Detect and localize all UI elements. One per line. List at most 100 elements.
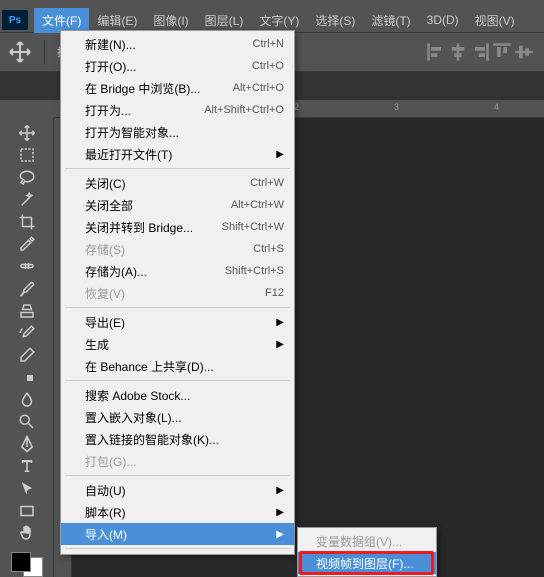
menu-item[interactable]: 打开(O)... Ctrl+O	[61, 55, 294, 77]
menu-item-label: 关闭并转到 Bridge...	[85, 219, 193, 236]
menu-item-shortcut: Shift+Ctrl+S	[225, 265, 284, 277]
menu-item-label: 脚本(R)	[85, 504, 126, 521]
menu-item[interactable]: 存储为(A)... Shift+Ctrl+S	[61, 260, 294, 282]
pen-tool[interactable]	[13, 434, 41, 454]
menu-3d[interactable]: 3D(D)	[419, 9, 467, 31]
menu-item[interactable]: 在 Bridge 中浏览(B)... Alt+Ctrl+O	[61, 77, 294, 99]
eyedropper-tool[interactable]	[13, 234, 41, 254]
align-left-icon[interactable]	[426, 42, 446, 62]
menu-item-label: 打包(G)...	[85, 453, 136, 470]
menu-item-label: 导入(M)	[85, 526, 127, 543]
type-tool[interactable]	[13, 456, 41, 476]
crop-tool[interactable]	[13, 212, 41, 232]
menu-item-label: 存储(S)	[85, 241, 125, 258]
dodge-tool[interactable]	[13, 412, 41, 432]
menu-item-shortcut: Ctrl+N	[253, 38, 284, 50]
menu-item[interactable]: 打开为智能对象...	[61, 121, 294, 143]
menu-item[interactable]: 导出(E) ▶	[61, 311, 294, 333]
menu-file[interactable]: 文件(F)	[34, 8, 89, 33]
submenu-item: 变量数据组(V)...	[298, 530, 436, 552]
align-top-icon[interactable]	[492, 42, 512, 62]
menu-item[interactable]: 关闭全部 Alt+Ctrl+W	[61, 194, 294, 216]
rectangle-tool[interactable]	[13, 501, 41, 521]
import-submenu: 变量数据组(V)... 视频帧到图层(F)...	[297, 527, 437, 577]
menu-item-label: 在 Bridge 中浏览(B)...	[85, 80, 200, 97]
menu-select[interactable]: 选择(S)	[307, 8, 363, 33]
menu-item-label: 置入嵌入对象(L)...	[85, 409, 182, 426]
hand-tool[interactable]	[13, 523, 41, 543]
menu-item-label: 打开(O)...	[85, 58, 136, 75]
menu-item[interactable]: 脚本(R) ▶	[61, 501, 294, 523]
menu-item-label: 置入链接的智能对象(K)...	[85, 431, 219, 448]
menu-item[interactable]: 生成 ▶	[61, 333, 294, 355]
menu-item-label: 关闭(C)	[85, 175, 126, 192]
menu-image[interactable]: 图像(I)	[145, 8, 196, 33]
menu-edit[interactable]: 编辑(E)	[89, 8, 145, 33]
submenu-item-label: 变量数据组(V)...	[316, 533, 402, 550]
menu-item[interactable]: 关闭并转到 Bridge... Shift+Ctrl+W	[61, 216, 294, 238]
menu-item[interactable]: 搜索 Adobe Stock...	[61, 384, 294, 406]
submenu-item[interactable]: 视频帧到图层(F)...	[298, 552, 436, 574]
lasso-tool[interactable]	[13, 167, 41, 187]
submenu-arrow-icon: ▶	[276, 507, 284, 518]
marquee-tool[interactable]	[13, 145, 41, 165]
menu-type[interactable]: 文字(Y)	[251, 8, 307, 33]
menu-view[interactable]: 视图(V)	[467, 8, 523, 33]
clone-stamp-tool[interactable]	[13, 301, 41, 321]
menu-item-label: 导出(E)	[85, 314, 125, 331]
menu-item-label: 最近打开文件(T)	[85, 146, 172, 163]
menu-item-shortcut: Alt+Ctrl+O	[233, 82, 284, 94]
blur-tool[interactable]	[13, 390, 41, 410]
menu-item: 存储(S) Ctrl+S	[61, 238, 294, 260]
menu-separator	[65, 168, 290, 169]
menu-item-label: 在 Behance 上共享(D)...	[85, 358, 214, 375]
brush-tool[interactable]	[13, 279, 41, 299]
color-swatches[interactable]	[11, 552, 43, 577]
menu-item-label: 打开为智能对象...	[85, 124, 179, 141]
align-right-icon[interactable]	[470, 42, 490, 62]
menu-item[interactable]: 自动(U) ▶	[61, 479, 294, 501]
submenu-arrow-icon: ▶	[276, 485, 284, 496]
move-tool-icon	[8, 40, 32, 64]
gradient-tool[interactable]	[13, 367, 41, 387]
menu-item[interactable]: 置入嵌入对象(L)...	[61, 406, 294, 428]
menu-item[interactable]: 新建(N)...Ctrl+N	[61, 33, 294, 55]
menu-item-label: 自动(U)	[85, 482, 126, 499]
menu-item-label: 存储为(A)...	[85, 263, 147, 280]
history-brush-tool[interactable]	[13, 323, 41, 343]
submenu-arrow-icon: ▶	[276, 149, 284, 160]
submenu-arrow-icon: ▶	[276, 339, 284, 350]
menu-item-shortcut: Ctrl+W	[250, 177, 284, 189]
menu-item[interactable]: 最近打开文件(T) ▶	[61, 143, 294, 165]
menu-filter[interactable]: 滤镜(T)	[363, 8, 418, 33]
menu-item: 打包(G)...	[61, 450, 294, 472]
menu-item: 恢复(V)F12	[61, 282, 294, 304]
menu-item[interactable]: 打开为... Alt+Shift+Ctrl+O	[61, 99, 294, 121]
menu-item[interactable]: 关闭(C) Ctrl+W	[61, 172, 294, 194]
menu-item-shortcut: Ctrl+O	[252, 60, 284, 72]
move-tool[interactable]	[13, 123, 41, 143]
healing-brush-tool[interactable]	[13, 256, 41, 276]
align-center-h-icon[interactable]	[448, 42, 468, 62]
menu-item-shortcut: Ctrl+S	[253, 243, 284, 255]
submenu-arrow-icon: ▶	[276, 317, 284, 328]
menu-item-label: 生成	[85, 336, 109, 353]
menu-item-label: 打开为...	[85, 102, 131, 119]
menu-separator	[65, 380, 290, 381]
app-icon: Ps	[2, 10, 28, 30]
menu-item[interactable]: 在 Behance 上共享(D)...	[61, 355, 294, 377]
align-middle-v-icon[interactable]	[514, 42, 534, 62]
eraser-tool[interactable]	[13, 345, 41, 365]
menu-item[interactable]: 置入链接的智能对象(K)...	[61, 428, 294, 450]
path-selection-tool[interactable]	[13, 479, 41, 499]
menu-item[interactable]: 导入(M)▶	[61, 523, 294, 545]
menu-item-shortcut: Shift+Ctrl+W	[222, 221, 284, 233]
file-menu-dropdown: 新建(N)...Ctrl+N 打开(O)... Ctrl+O 在 Bridge 中浏览…	[60, 30, 295, 555]
foreground-color-swatch[interactable]	[11, 552, 31, 572]
menu-item-label: 关闭全部	[85, 197, 133, 214]
magic-wand-tool[interactable]	[13, 190, 41, 210]
menu-layer[interactable]: 图层(L)	[197, 8, 252, 33]
submenu-item-label: 视频帧到图层(F)...	[316, 555, 413, 572]
menu-item-shortcut: Alt+Shift+Ctrl+O	[204, 104, 284, 116]
menu-item-shortcut: Alt+Ctrl+W	[231, 199, 284, 211]
